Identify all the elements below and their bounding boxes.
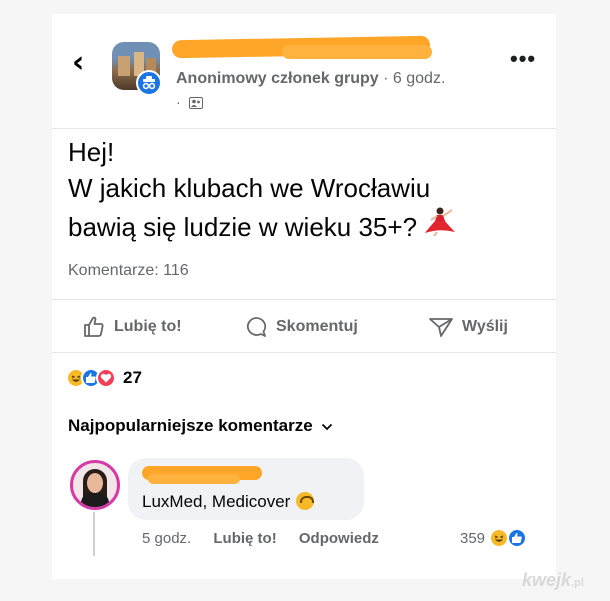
reaction-count: 27: [123, 368, 142, 387]
actions-bottom-divider: [52, 352, 556, 353]
share-button[interactable]: Wyślij: [428, 312, 508, 342]
comment-icon: [247, 317, 267, 337]
comment-bubble: LuxMed, Medicover: [128, 458, 364, 520]
post-time: · 6 godz.: [378, 70, 446, 87]
anonymous-icon: [136, 70, 162, 96]
author-meta: Anonimowy członek grupy · 6 godz.: [176, 70, 445, 88]
action-bar: Lubię to! Skomentuj Wyślij: [52, 312, 556, 342]
post-line-3: bawią się ludzie w wieku 35+?: [68, 206, 538, 245]
more-options-button[interactable]: •••: [510, 46, 536, 72]
send-icon: [429, 318, 453, 337]
comment-like-button[interactable]: Lubię to!: [213, 530, 276, 547]
share-label: Wyślij: [462, 318, 508, 335]
comment-meta: 5 godz. Lubię to! Odpowiedz: [142, 530, 397, 547]
comment-reply-button[interactable]: Odpowiedz: [299, 530, 379, 547]
chevron-down-icon: [321, 416, 333, 436]
comment-button[interactable]: Skomentuj: [244, 312, 358, 342]
post-line-2: W jakich klubach we Wrocławiu: [68, 173, 431, 203]
like-label: Lubię to!: [114, 318, 182, 335]
post-line-1: Hej!: [68, 137, 115, 167]
back-button[interactable]: ‹: [72, 48, 84, 78]
comment-label: Skomentuj: [276, 318, 358, 335]
actions-top-divider: [52, 299, 556, 300]
comment-sort-dropdown[interactable]: Najpopularniejsze komentarze: [68, 416, 333, 436]
redacted-commenter-name-extra: [148, 474, 240, 484]
comment-reaction-count: 359: [460, 529, 486, 547]
comment-reactions[interactable]: 359: [460, 528, 528, 548]
dancer-emoji-icon: [423, 206, 457, 245]
sort-label: Najpopularniejsze komentarze: [68, 416, 313, 435]
upside-down-face-emoji-icon: [296, 492, 315, 510]
post-body: Hej! W jakich klubach we Wrocławiu bawią…: [68, 134, 538, 245]
kwejk-watermark: kwejk.pl: [522, 570, 584, 590]
comment-haha-reaction-icon: [489, 528, 510, 548]
header-divider: [52, 128, 556, 129]
comments-count[interactable]: Komentarze: 116: [68, 262, 189, 280]
privacy-dot: ·: [176, 94, 181, 110]
like-button[interactable]: Lubię to!: [82, 312, 182, 342]
author-name[interactable]: Anonimowy członek grupy: [176, 70, 379, 87]
redacted-group-name-extra: [282, 45, 432, 59]
post-reactions[interactable]: 27: [66, 366, 142, 390]
privacy-row: ·: [176, 94, 203, 112]
comment-text: LuxMed, Medicover: [142, 492, 315, 512]
love-reaction-icon: [96, 368, 116, 388]
comment-time: 5 godz.: [142, 530, 192, 547]
post-card: ‹ Anonimowy członek grupy · 6 godz. · ••…: [52, 14, 556, 579]
members-icon: [188, 96, 203, 112]
commenter-avatar[interactable]: [70, 460, 120, 510]
thumbs-up-icon: [84, 316, 104, 337]
thread-line: [93, 512, 95, 556]
comment-like-reaction-icon: [507, 528, 528, 548]
